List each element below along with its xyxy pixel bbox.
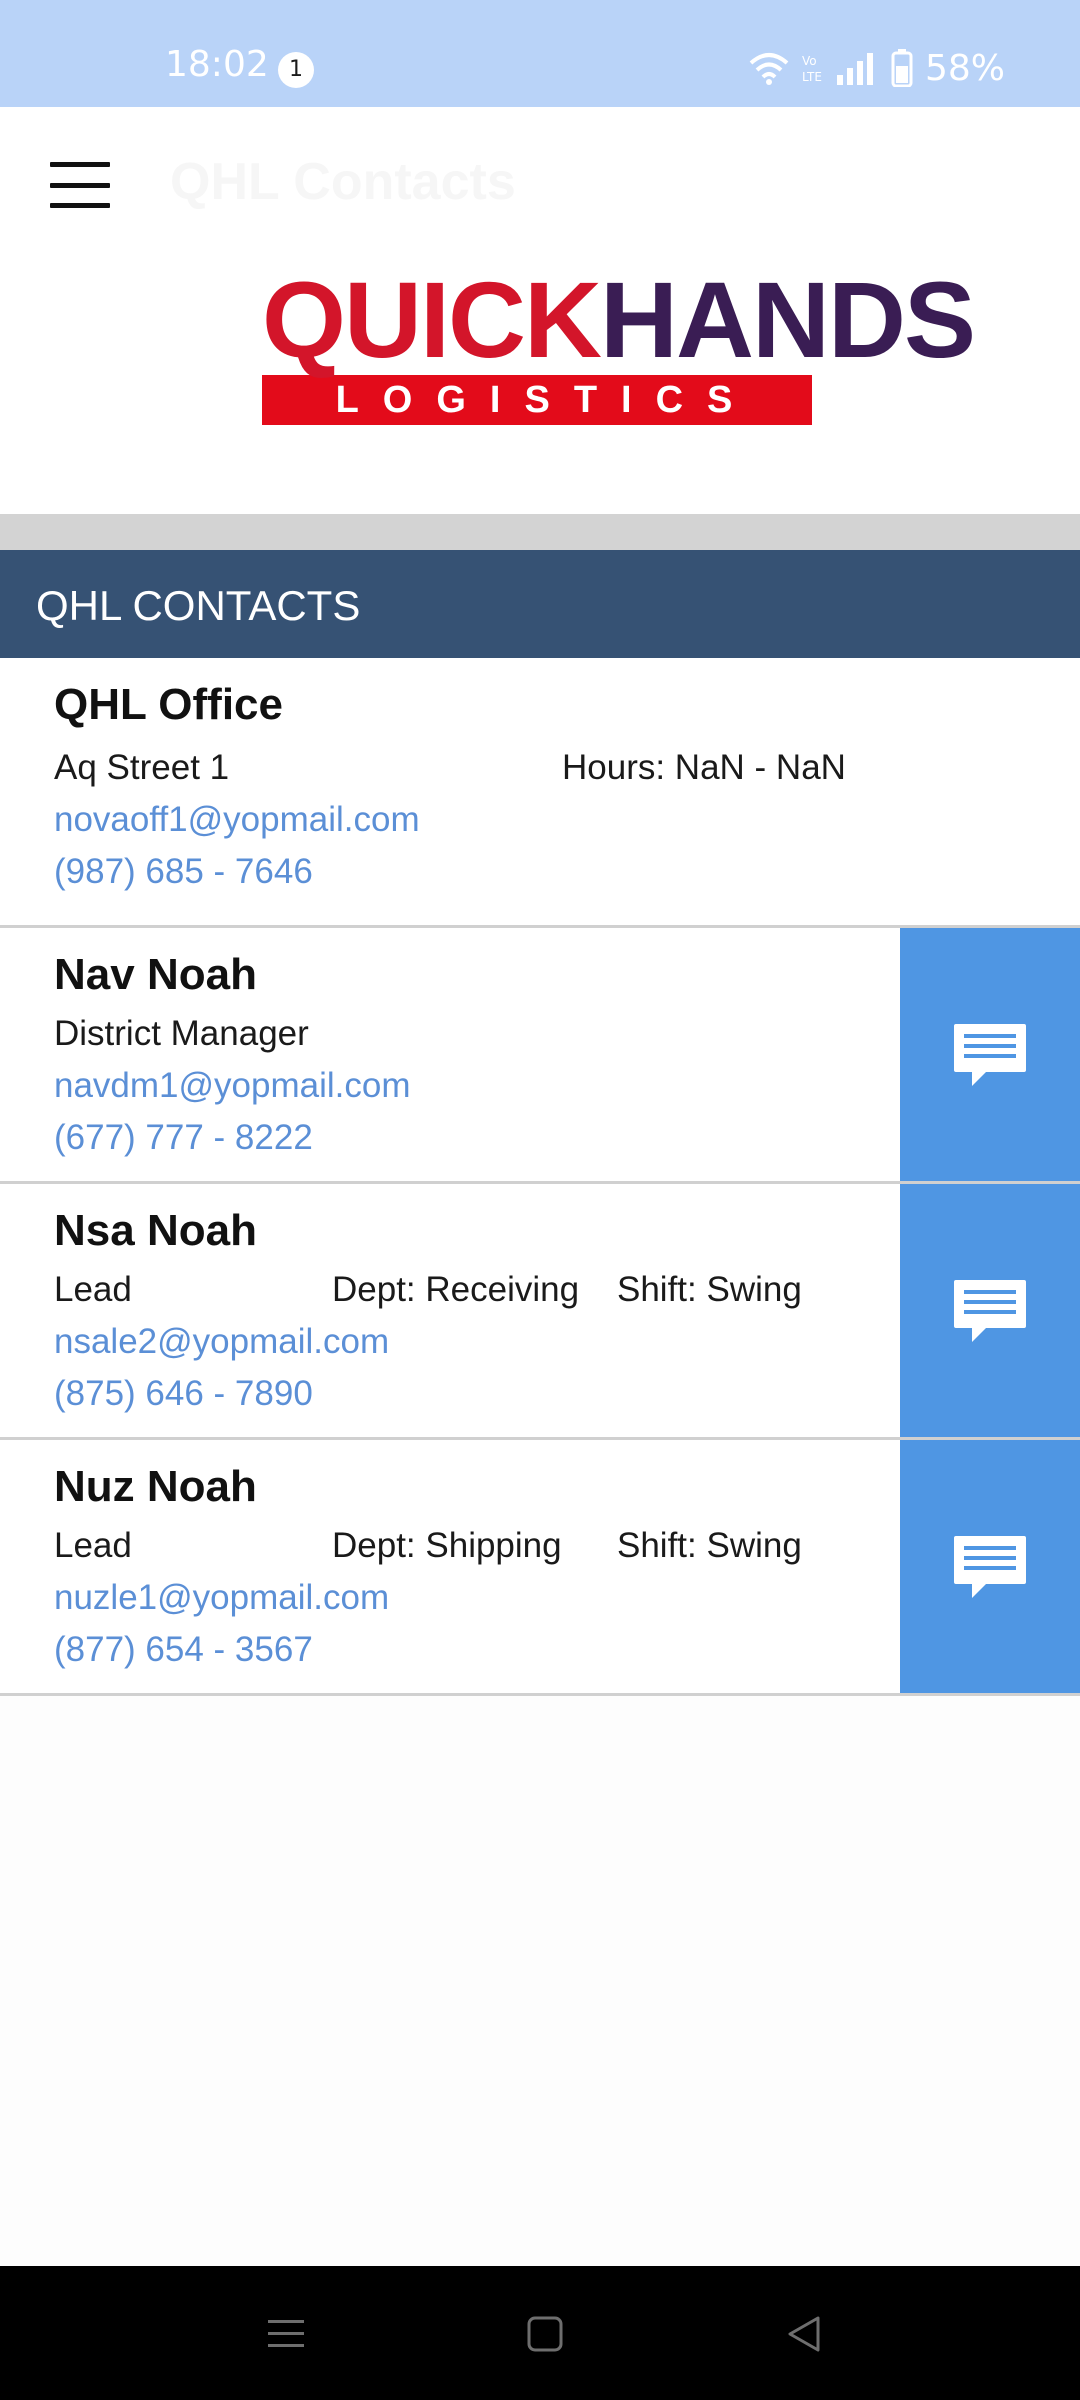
contact-name: Nuz Noah xyxy=(54,1462,257,1511)
home-button[interactable] xyxy=(515,2306,575,2362)
contact-name: QHL Office xyxy=(54,680,284,729)
message-button[interactable] xyxy=(900,928,1080,1181)
battery-icon xyxy=(891,49,913,87)
home-icon xyxy=(527,2316,563,2352)
app-header: QHL Contacts QUICK HANDS LOGISTICS INC xyxy=(0,107,1080,514)
section-header: QHL CONTACTS xyxy=(0,550,1080,658)
recents-icon xyxy=(268,2320,304,2347)
back-icon xyxy=(788,2316,820,2352)
logo-word-quick: QUICK xyxy=(262,259,602,380)
contact-name: Nav Noah xyxy=(54,950,257,999)
contact-phone-link[interactable]: (987) 685 - 7646 xyxy=(54,852,313,892)
contact-card: Nsa Noah Lead Dept: Receiving Shift: Swi… xyxy=(0,1184,1080,1440)
contact-name: Nsa Noah xyxy=(54,1206,257,1255)
contact-shift: Shift: Swing xyxy=(617,1526,802,1565)
recents-button[interactable] xyxy=(256,2306,316,2362)
message-button[interactable] xyxy=(900,1184,1080,1437)
system-nav-bar xyxy=(0,2266,1080,2400)
svg-text:Vo: Vo xyxy=(802,54,817,68)
contact-email-link[interactable]: navdm1@yopmail.com xyxy=(54,1066,411,1106)
chat-message-icon xyxy=(954,1535,1026,1598)
notification-count-badge: 1 xyxy=(278,52,314,88)
contact-phone-link[interactable]: (875) 646 - 7890 xyxy=(54,1374,313,1414)
logo-word-hands: HANDS xyxy=(600,259,976,380)
signal-icon xyxy=(836,53,873,85)
contact-hours: Hours: NaN - NaN xyxy=(562,748,846,787)
contact-role: Lead xyxy=(54,1270,132,1309)
message-button[interactable] xyxy=(900,1440,1080,1693)
contact-card: Nav Noah District Manager navdm1@yopmail… xyxy=(0,928,1080,1184)
contact-role: District Manager xyxy=(54,1014,309,1053)
contact-card: Nuz Noah Lead Dept: Shipping Shift: Swin… xyxy=(0,1440,1080,1696)
battery-percent: 58% xyxy=(924,47,1005,89)
back-button[interactable] xyxy=(774,2306,834,2362)
svg-text:LTE: LTE xyxy=(802,70,822,84)
status-icons: Vo LTE 58% xyxy=(749,47,1005,89)
chat-message-icon xyxy=(954,1279,1026,1342)
contact-email-link[interactable]: nsale2@yopmail.com xyxy=(54,1322,389,1362)
contact-shift: Shift: Swing xyxy=(617,1270,802,1309)
hamburger-icon[interactable] xyxy=(50,162,110,208)
status-bar: 18:02 1 Vo LTE 58% xyxy=(0,0,1080,107)
contact-role: Lead xyxy=(54,1526,132,1565)
contact-address: Aq Street 1 xyxy=(54,748,230,787)
volte-icon: Vo LTE xyxy=(802,54,822,84)
logo-subtitle: LOGISTICS INC xyxy=(262,375,812,471)
page-title: QHL Contacts xyxy=(170,153,516,211)
chat-message-icon xyxy=(954,1023,1026,1086)
contact-phone-link[interactable]: (677) 777 - 8222 xyxy=(54,1118,313,1158)
contact-email-link[interactable]: novaoff1@yopmail.com xyxy=(54,800,420,840)
section-title: QHL CONTACTS xyxy=(36,582,361,629)
contact-dept: Dept: Receiving xyxy=(332,1270,580,1309)
wifi-icon xyxy=(749,53,789,85)
contact-dept: Dept: Shipping xyxy=(332,1526,562,1565)
company-logo: QUICK HANDS LOGISTICS INC xyxy=(262,259,976,471)
contact-email-link[interactable]: nuzle1@yopmail.com xyxy=(54,1578,389,1618)
contact-card-office: QHL Office Aq Street 1 Hours: NaN - NaN … xyxy=(0,658,1080,928)
contact-phone-link[interactable]: (877) 654 - 3567 xyxy=(54,1630,313,1670)
status-time: 18:02 xyxy=(165,44,269,85)
divider xyxy=(0,514,1080,550)
